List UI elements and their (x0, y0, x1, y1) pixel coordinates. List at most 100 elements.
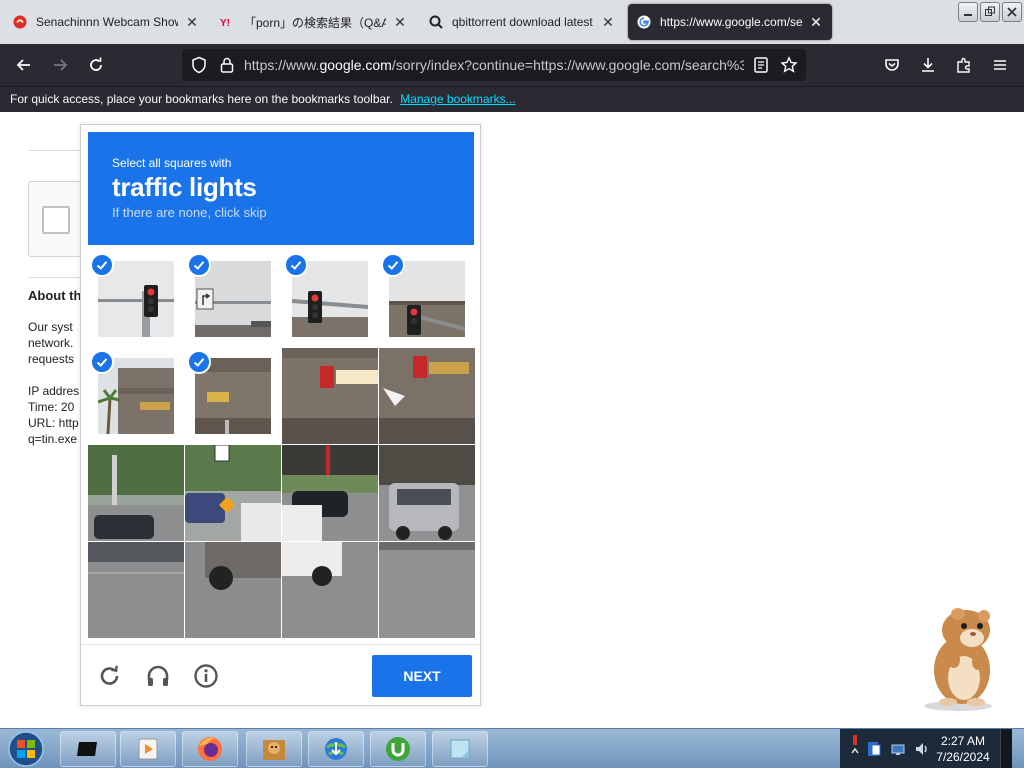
bookmarks-toolbar: For quick access, place your bookmarks h… (0, 86, 1024, 112)
audio-challenge-button[interactable] (141, 659, 175, 693)
manage-bookmarks-link[interactable]: Manage bookmarks... (400, 92, 515, 106)
close-tab-icon[interactable]: ✕ (392, 14, 408, 30)
yahoo-icon: Y! (220, 14, 236, 30)
taskbar-notes-app[interactable] (432, 731, 488, 767)
bookmarks-message: For quick access, place your bookmarks h… (10, 92, 393, 106)
captcha-tile[interactable] (185, 445, 281, 541)
taskbar-terminal-app[interactable] (60, 731, 116, 767)
captcha-tile[interactable] (379, 542, 475, 638)
puzzle-icon (957, 57, 970, 73)
shield-icon[interactable] (190, 56, 208, 74)
hamburger-icon (994, 60, 1006, 70)
google-icon (636, 14, 652, 30)
selected-check-icon (90, 350, 114, 374)
pocket-icon (885, 59, 899, 71)
recaptcha-challenge: Select all squares with traffic lights I… (80, 124, 481, 706)
tab-label: 「porn」の検索結果（Q&A (244, 15, 386, 30)
recaptcha-checkbox[interactable] (42, 206, 70, 234)
network-icon[interactable] (890, 741, 906, 757)
tray-app-icon[interactable] (866, 741, 882, 757)
tray-overflow-icon[interactable] (850, 733, 860, 763)
captcha-tile[interactable] (185, 348, 281, 444)
system-clock[interactable]: 2:27 AM 7/26/2024 (928, 733, 998, 765)
captcha-tile[interactable] (282, 445, 378, 541)
forward-button[interactable] (46, 51, 74, 79)
captcha-tile[interactable] (379, 348, 475, 444)
captcha-tile[interactable] (88, 445, 184, 541)
address-bar[interactable]: https://www.google.com/sorry/index?conti… (182, 49, 806, 81)
restore-button[interactable] (980, 2, 1000, 22)
selected-check-icon (381, 253, 405, 277)
taskbar-utorrent-app[interactable] (370, 731, 426, 767)
close-window-button[interactable] (1002, 2, 1022, 22)
red-site-icon (12, 14, 28, 30)
utorrent-icon (386, 737, 410, 761)
url-line: URL: http (28, 416, 79, 430)
back-arrow-icon (16, 59, 30, 71)
skip-hint-text: If there are none, click skip (112, 205, 267, 220)
captcha-tile[interactable] (185, 251, 281, 347)
taskbar: 2:27 AM 7/26/2024 (0, 728, 1024, 768)
truck-wheel-image (185, 542, 281, 638)
extensions-button[interactable] (950, 51, 978, 79)
close-tab-icon[interactable]: ✕ (600, 14, 616, 30)
captcha-tile[interactable] (88, 542, 184, 638)
about-heading: About th (28, 288, 82, 303)
terminal-app-icon (77, 742, 97, 756)
road-image (88, 542, 184, 638)
selected-check-icon (284, 253, 308, 277)
reload-challenge-button[interactable] (93, 659, 127, 693)
tab-senachinnn[interactable]: Senachinnn Webcam Show | ✕ (4, 4, 208, 40)
silver-suv-image (379, 445, 475, 541)
menu-button[interactable] (986, 51, 1014, 79)
divider (28, 277, 88, 278)
minimize-button[interactable] (958, 2, 978, 22)
tab-yahoo[interactable]: Y! 「porn」の検索結果（Q&A ✕ (212, 4, 416, 40)
info-button[interactable] (189, 659, 223, 693)
bookmark-star-icon[interactable] (780, 56, 798, 74)
ip-address-line: IP addres (28, 384, 80, 398)
taskbar-firefox-app[interactable] (182, 731, 238, 767)
notes-icon (450, 739, 470, 759)
next-button[interactable]: NEXT (372, 655, 472, 697)
taskbar-internet-download-app[interactable] (308, 731, 364, 767)
divider (28, 150, 88, 151)
hamster-mascot-image (924, 608, 992, 711)
time-line: Time: 20 (28, 400, 75, 414)
taskbar-hamster-box-app[interactable] (246, 731, 302, 767)
challenge-header: Select all squares with traffic lights I… (88, 132, 474, 245)
back-button[interactable] (10, 51, 38, 79)
tab-google[interactable]: https://www.google.com/se ✕ (628, 4, 832, 40)
reader-view-icon[interactable] (752, 56, 770, 74)
close-tab-icon[interactable]: ✕ (808, 14, 824, 30)
window-controls (958, 2, 1022, 22)
instruction-text: Select all squares with (112, 156, 232, 170)
lock-icon[interactable] (218, 56, 236, 74)
tab-qbittorrent[interactable]: qbittorrent download latest ✕ (420, 4, 624, 40)
taskbar-media-player-app[interactable] (120, 731, 176, 767)
query-line: q=tin.exe (28, 432, 78, 446)
captcha-tile[interactable] (379, 251, 475, 347)
captcha-tile[interactable] (379, 445, 475, 541)
clock-date: 7/26/2024 (936, 750, 990, 764)
info-line: requests (28, 352, 75, 366)
reload-button[interactable] (82, 51, 110, 79)
captcha-tile[interactable] (185, 542, 281, 638)
show-desktop-button[interactable] (1000, 729, 1012, 768)
downloads-button[interactable] (914, 51, 942, 79)
captcha-tile[interactable] (282, 251, 378, 347)
captcha-tile[interactable] (282, 348, 378, 444)
pocket-button[interactable] (878, 51, 906, 79)
close-tab-icon[interactable]: ✕ (184, 14, 200, 30)
captcha-tile[interactable] (88, 251, 184, 347)
truck-rear-image (282, 542, 378, 638)
start-button[interactable] (6, 730, 46, 768)
captcha-tile[interactable] (282, 542, 378, 638)
captcha-tile[interactable] (88, 348, 184, 444)
globe-download-icon (325, 738, 347, 760)
url-text[interactable]: https://www.google.com/sorry/index?conti… (244, 57, 744, 73)
tab-label: qbittorrent download latest (452, 15, 593, 29)
building-sign-image (379, 348, 475, 444)
tab-strip: Senachinnn Webcam Show | ✕ Y! 「porn」の検索結… (0, 0, 1024, 44)
forward-arrow-icon (54, 59, 68, 71)
